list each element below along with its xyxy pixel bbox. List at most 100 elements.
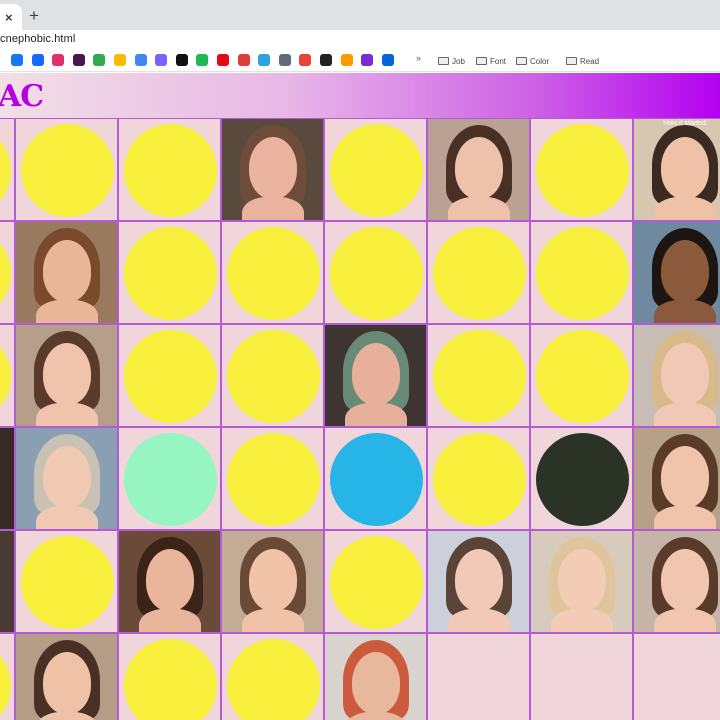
new-tab-button[interactable]: + <box>29 6 39 26</box>
photo-tile[interactable] <box>427 118 530 221</box>
yellow-circle[interactable] <box>0 227 11 320</box>
sd-icon[interactable] <box>320 54 332 66</box>
url-text[interactable]: cnephobic.html <box>0 33 75 45</box>
yellow-circle[interactable] <box>124 227 217 320</box>
spotify-icon[interactable] <box>196 54 209 66</box>
ticktick-icon[interactable] <box>237 54 250 66</box>
yellow-circle[interactable] <box>124 124 217 217</box>
photo-tile[interactable] <box>221 530 324 633</box>
blue-circle[interactable] <box>330 433 423 526</box>
flickr-icon[interactable] <box>381 54 394 66</box>
photo-tile[interactable] <box>15 221 118 324</box>
globe-icon[interactable] <box>278 54 291 66</box>
address-bar[interactable]: cnephobic.html <box>0 30 720 50</box>
yellow-circle[interactable] <box>433 330 526 423</box>
yellow-circle-tile[interactable] <box>427 427 530 530</box>
yellow-circle[interactable] <box>124 639 217 720</box>
photo-tile[interactable] <box>530 530 633 633</box>
slack-icon[interactable] <box>72 54 85 66</box>
yellow-circle-tile[interactable] <box>0 633 15 720</box>
yellow-circle[interactable] <box>227 433 320 526</box>
yellow-circle[interactable] <box>330 536 423 629</box>
yellow-circle-tile[interactable] <box>530 221 633 324</box>
google-keep-icon[interactable] <box>114 54 126 66</box>
yellow-circle-tile[interactable] <box>427 324 530 427</box>
yellow-circle-tile[interactable] <box>221 324 324 427</box>
photo-tile[interactable] <box>0 427 15 530</box>
yellow-circle[interactable] <box>227 639 320 720</box>
yellow-circle[interactable] <box>124 330 217 423</box>
yellow-circle[interactable] <box>433 227 526 320</box>
yellow-circle[interactable] <box>330 227 423 320</box>
more-bookmarks-icon[interactable]: » <box>416 53 421 63</box>
wf-icon[interactable] <box>155 54 168 66</box>
active-tab[interactable]: × <box>0 4 22 30</box>
yellow-circle-tile[interactable] <box>0 324 15 427</box>
yellow-circle-tile[interactable] <box>324 118 427 221</box>
photo-tile[interactable] <box>633 427 720 530</box>
yellow-circle[interactable] <box>536 124 629 217</box>
photo-tile[interactable] <box>427 530 530 633</box>
yellow-circle[interactable] <box>536 330 629 423</box>
yellow-circle-tile[interactable] <box>530 324 633 427</box>
photo-tile[interactable] <box>633 530 720 633</box>
close-icon[interactable]: × <box>5 10 13 25</box>
photo-tile[interactable] <box>221 118 324 221</box>
mint-circle-tile[interactable] <box>118 427 221 530</box>
yellow-circle-tile[interactable] <box>118 221 221 324</box>
yellow-circle-tile[interactable] <box>15 118 118 221</box>
yellow-circle-tile[interactable] <box>118 118 221 221</box>
yellow-circle-tile[interactable] <box>324 530 427 633</box>
yellow-circle[interactable] <box>0 330 11 423</box>
yellow-circle-tile[interactable] <box>530 118 633 221</box>
bookmark-folder-color[interactable]: Color <box>516 54 549 68</box>
yellow-circle-tile[interactable] <box>0 118 15 221</box>
bookmark-folder-job[interactable]: Job <box>438 54 465 68</box>
yellow-circle-tile[interactable] <box>221 427 324 530</box>
photo-tile[interactable] <box>15 324 118 427</box>
yellow-circle[interactable] <box>0 124 11 217</box>
yellow-circle-tile[interactable] <box>324 221 427 324</box>
yellow-circle[interactable] <box>536 227 629 320</box>
photo-tile[interactable] <box>15 427 118 530</box>
dark-circle-tile[interactable] <box>530 427 633 530</box>
google-drive-icon[interactable] <box>93 54 106 66</box>
yellow-circle[interactable] <box>330 124 423 217</box>
dark-circle[interactable] <box>536 433 629 526</box>
facebook-icon[interactable] <box>11 54 23 66</box>
mint-circle[interactable] <box>124 433 217 526</box>
yellow-circle[interactable] <box>227 330 320 423</box>
bookmark-folder-read[interactable]: Read <box>566 54 599 68</box>
photo-tile[interactable]: How it started <box>633 118 720 221</box>
translate-icon[interactable] <box>134 54 147 66</box>
yellow-circle-tile[interactable] <box>15 530 118 633</box>
we-icon[interactable] <box>175 54 188 66</box>
yellow-circle-tile[interactable] <box>221 221 324 324</box>
yellow-circle-tile[interactable] <box>221 633 324 720</box>
photo-tile[interactable] <box>633 221 720 324</box>
behance-icon[interactable] <box>31 54 44 66</box>
yellow-circle[interactable] <box>433 433 526 526</box>
photo-tile[interactable] <box>15 633 118 720</box>
photo-tile[interactable] <box>324 633 427 720</box>
photo-tile[interactable] <box>118 530 221 633</box>
blue-circle-tile[interactable] <box>324 427 427 530</box>
instagram-icon[interactable] <box>52 54 65 66</box>
photo-tile[interactable] <box>324 324 427 427</box>
yellow-circle[interactable] <box>0 639 11 720</box>
yellow-circle[interactable] <box>227 227 320 320</box>
illustrator-icon[interactable] <box>340 54 353 66</box>
maps-icon[interactable] <box>299 54 312 66</box>
purple-app-icon[interactable] <box>361 54 374 66</box>
yellow-circle-tile[interactable] <box>118 324 221 427</box>
yellow-circle[interactable] <box>21 124 114 217</box>
photo-tile[interactable] <box>0 530 15 633</box>
yellow-circle-tile[interactable] <box>0 221 15 324</box>
telegram-icon[interactable] <box>258 54 271 66</box>
yellow-circle-tile[interactable] <box>118 633 221 720</box>
netflix-icon[interactable] <box>217 54 229 66</box>
site-logo[interactable]: AC <box>0 79 44 114</box>
photo-tile[interactable] <box>633 324 720 427</box>
yellow-circle-tile[interactable] <box>427 221 530 324</box>
bookmark-folder-font[interactable]: Font <box>476 54 506 68</box>
